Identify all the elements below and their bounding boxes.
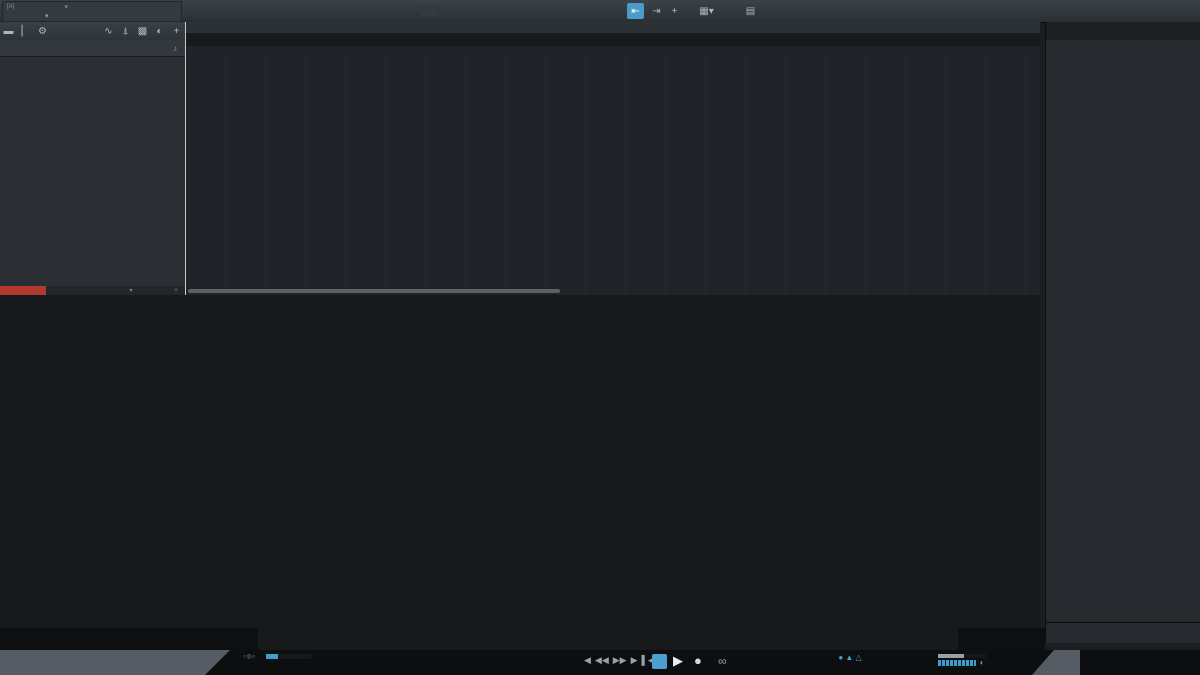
arrangement-view — [185, 22, 1040, 295]
track-add-icon[interactable]: ▬ — [0, 23, 17, 39]
crosshair-icon[interactable]: + — [666, 3, 683, 19]
automation-icon: [A] — [7, 4, 14, 10]
save-icon[interactable]: ▤ — [742, 3, 759, 19]
timing-display[interactable] — [876, 653, 900, 654]
recordmax-display — [364, 653, 412, 654]
snap-end-icon[interactable]: ⇥ — [648, 3, 665, 19]
snap-mode-icon[interactable]: ⇤ — [627, 3, 644, 19]
play-button[interactable]: ▶ — [673, 653, 683, 669]
browser-panel — [1045, 22, 1200, 643]
samplerate-display — [318, 653, 360, 654]
transport-right-shape — [1032, 650, 1080, 675]
automation-curve-icon[interactable]: ∿ — [100, 23, 117, 39]
horizontal-scrollbar[interactable] — [188, 289, 560, 293]
playhead[interactable] — [185, 22, 186, 295]
metronome-controls[interactable]: ● ▲ △ — [828, 653, 872, 663]
chevron-down-icon: ▾ — [45, 12, 49, 20]
add-track-icon[interactable]: + — [168, 23, 185, 39]
track-height-dropdown[interactable]: ▾ — [92, 286, 167, 295]
output-meter: ◖ — [938, 654, 986, 668]
next-bar-icon[interactable]: ▶ — [631, 655, 638, 666]
track-lanes — [185, 56, 1040, 295]
locator-buttons: ◀ ◀◀ ▶▶ ▶ ▌◀ — [582, 655, 657, 666]
automation-box[interactable]: [A] ▾ ▾ — [2, 1, 182, 22]
master-solo-button[interactable] — [46, 286, 92, 295]
timer-icon[interactable]: ◐ — [151, 23, 168, 39]
loop-button[interactable]: ∞ — [718, 654, 727, 668]
forward-icon[interactable]: ▶▶ — [613, 655, 627, 666]
music-note-icon: ♪ — [173, 44, 177, 53]
record-options-panel — [0, 628, 1045, 650]
studio-one-window: [A] ▾ ▾ ⇤ ⇥ + ▦▾ ▤ — [0, 0, 1200, 675]
layers-icon[interactable]: ▩ — [134, 23, 151, 39]
mixer-console — [0, 295, 1040, 628]
expand-icon[interactable]: + — [167, 286, 185, 295]
stop-button[interactable] — [652, 654, 667, 669]
marker-flag-icon[interactable]: ⍋ — [117, 23, 134, 39]
record-button[interactable]: ● — [694, 653, 702, 668]
monitor-toggle-icon[interactable]: ◖ — [979, 658, 984, 667]
arranger-sections — [185, 33, 1040, 46]
cursor-tool-icon[interactable]: ▏ — [17, 23, 34, 39]
grid-settings-icon[interactable]: ▦▾ — [698, 3, 715, 19]
performance-meter[interactable] — [266, 654, 312, 660]
iq-button[interactable] — [420, 4, 438, 17]
wrench-icon[interactable]: ⚙ — [34, 23, 51, 39]
record-options-groups — [258, 628, 958, 650]
master-mute-button[interactable] — [0, 286, 46, 295]
track-list-footer: ▾ + — [0, 286, 185, 295]
prev-bar-icon[interactable]: ◀ — [584, 655, 591, 666]
track-rows — [0, 56, 185, 286]
track-list-header: ▬ ▏ ⚙ ∿ ⍋ ▩ ◐ + — [0, 22, 185, 41]
browser-status-bar — [1046, 622, 1200, 644]
seconds-display[interactable] — [416, 653, 474, 654]
transport-bar: ○◎○ ◀ ◀◀ ▶▶ ▶ ▌◀ ▶ ● ∞ — [0, 650, 1200, 675]
track-list-panel: ▬ ▏ ⚙ ∿ ⍋ ▩ ◐ + ♪ ▾ + — [0, 22, 186, 295]
transport-left-shape — [0, 650, 230, 675]
midi-indicator: ○◎○ — [236, 653, 262, 661]
rewind-icon[interactable]: ◀◀ — [595, 655, 609, 666]
browser-tab-bar — [1046, 22, 1200, 40]
top-toolbar: [A] ▾ ▾ ⇤ ⇥ + ▦▾ ▤ — [0, 0, 1200, 23]
tempo-display[interactable] — [902, 653, 932, 654]
arranger-bar[interactable]: ♪ — [0, 40, 185, 57]
bars-display[interactable] — [478, 651, 578, 652]
chevron-down-icon: ▾ — [64, 3, 68, 11]
